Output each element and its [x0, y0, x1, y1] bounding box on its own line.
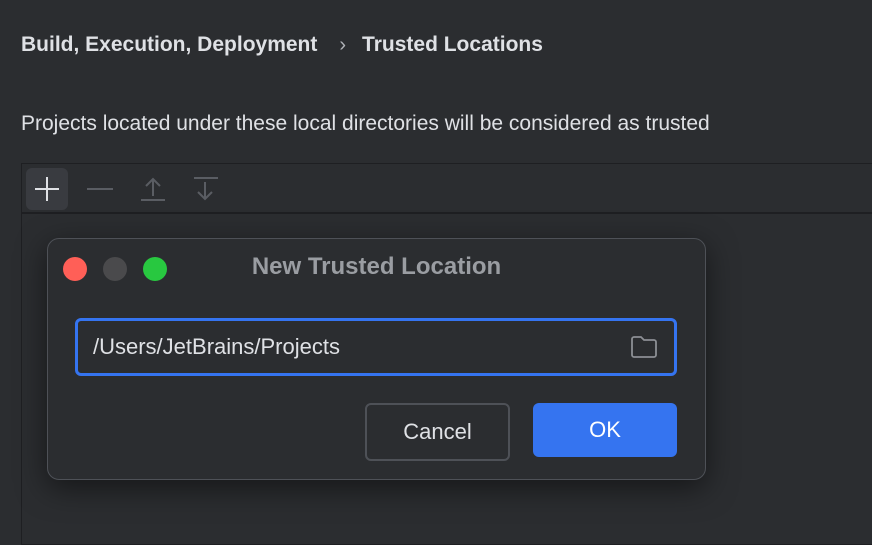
path-input[interactable] [93, 321, 613, 373]
folder-icon[interactable] [630, 335, 658, 359]
add-button[interactable] [26, 168, 68, 210]
description: Projects located under these local direc… [21, 112, 710, 135]
move-down-button[interactable] [184, 168, 226, 210]
breadcrumb-separator: › [339, 33, 347, 56]
cancel-button[interactable]: Cancel [365, 403, 510, 461]
page-title: Trusted Locations [362, 33, 543, 56]
ok-button[interactable]: OK [533, 403, 677, 457]
move-down-icon [194, 177, 218, 201]
new-trusted-location-dialog: New Trusted Location Cancel OK [47, 238, 706, 480]
move-up-button[interactable] [132, 168, 174, 210]
dialog-title: New Trusted Location [251, 253, 502, 280]
breadcrumb: Build, Execution, Deployment › Trusted L… [21, 33, 543, 57]
plus-icon [35, 177, 59, 201]
remove-button[interactable] [79, 168, 121, 210]
minus-icon [87, 188, 113, 190]
list-toolbar [22, 164, 872, 214]
path-field[interactable] [75, 318, 677, 376]
breadcrumb-parent[interactable]: Build, Execution, Deployment [21, 33, 317, 57]
move-up-icon [141, 177, 165, 201]
